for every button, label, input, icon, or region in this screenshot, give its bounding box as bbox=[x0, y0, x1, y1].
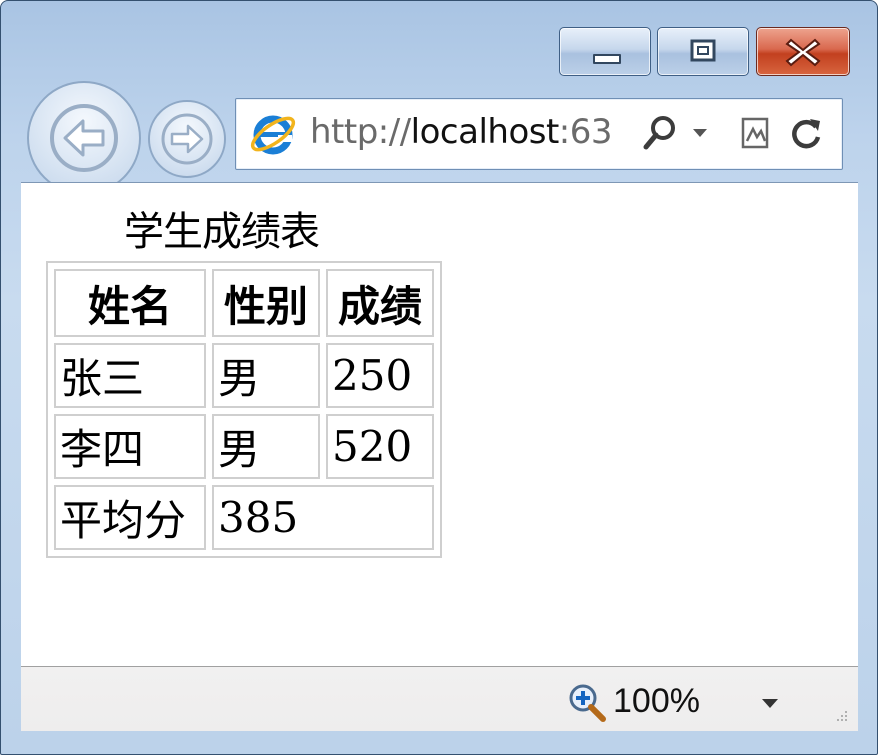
close-button[interactable] bbox=[756, 27, 850, 76]
url-scheme: http:// bbox=[310, 112, 411, 152]
page-content: 学生成绩表 姓名 性别 成绩 张三 男 250 李四 男 520 平均分 385 bbox=[21, 182, 858, 666]
footer-label: 平均分 bbox=[54, 485, 206, 550]
back-button[interactable] bbox=[27, 81, 141, 195]
zoom-icon[interactable] bbox=[567, 683, 607, 723]
forward-arrow-icon bbox=[161, 113, 213, 165]
url-port: :63 bbox=[558, 112, 613, 152]
minimize-button[interactable] bbox=[559, 27, 651, 76]
url-text[interactable]: http://localhost:63 bbox=[310, 112, 613, 152]
close-icon bbox=[785, 38, 821, 67]
back-arrow-icon bbox=[50, 104, 118, 172]
page-title: 学生成绩表 bbox=[124, 209, 320, 255]
maximize-icon bbox=[690, 39, 716, 62]
footer-average: 385 bbox=[212, 485, 434, 550]
status-bar: 100% bbox=[21, 666, 858, 731]
table-header-row: 姓名 性别 成绩 bbox=[54, 269, 434, 337]
search-icon[interactable] bbox=[640, 113, 680, 153]
maximize-button[interactable] bbox=[657, 27, 749, 76]
header-name: 姓名 bbox=[54, 269, 206, 337]
compatibility-view-icon[interactable] bbox=[741, 113, 771, 153]
chevron-down-icon[interactable] bbox=[692, 127, 708, 139]
browser-window: http://localhost:63 学生成绩表 姓名 性别 成绩 张三 男 … bbox=[0, 0, 878, 755]
zoom-level[interactable]: 100% bbox=[613, 682, 700, 721]
forward-button[interactable] bbox=[148, 100, 226, 178]
cell-name: 张三 bbox=[54, 343, 206, 408]
refresh-icon[interactable] bbox=[786, 113, 826, 153]
url-host: localhost bbox=[410, 112, 560, 152]
cell-score: 520 bbox=[326, 414, 434, 479]
cell-score: 250 bbox=[326, 343, 434, 408]
header-gender: 性别 bbox=[212, 269, 320, 337]
table-row: 张三 男 250 bbox=[54, 343, 434, 408]
resize-grip-icon[interactable] bbox=[827, 705, 849, 727]
table-row: 李四 男 520 bbox=[54, 414, 434, 479]
cell-name: 李四 bbox=[54, 414, 206, 479]
scores-table: 姓名 性别 成绩 张三 男 250 李四 男 520 平均分 385 bbox=[46, 261, 442, 558]
table-footer-row: 平均分 385 bbox=[54, 485, 434, 550]
header-score: 成绩 bbox=[326, 269, 434, 337]
address-bar[interactable]: http://localhost:63 bbox=[235, 98, 843, 170]
chevron-down-icon[interactable] bbox=[761, 698, 779, 710]
minimize-icon bbox=[593, 54, 621, 64]
cell-gender: 男 bbox=[212, 343, 320, 408]
cell-gender: 男 bbox=[212, 414, 320, 479]
ie-logo-icon bbox=[250, 115, 296, 155]
